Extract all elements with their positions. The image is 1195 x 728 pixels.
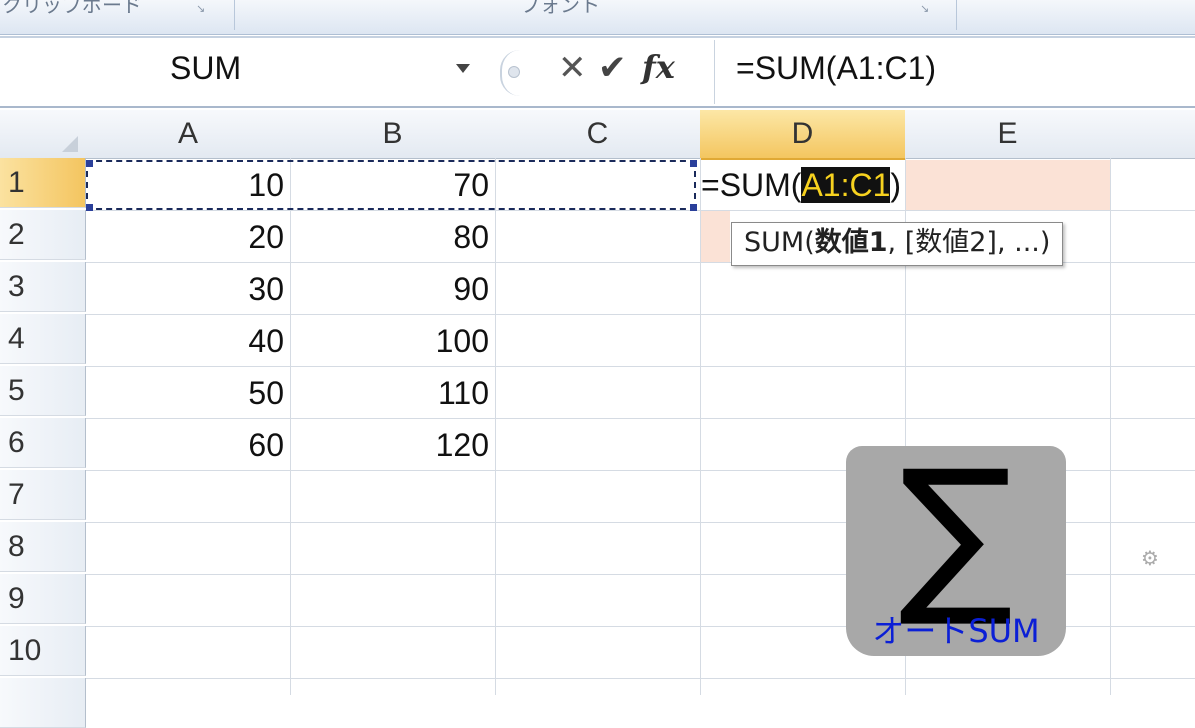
tooltip-current-arg[interactable]: 数値1 — [815, 227, 888, 258]
grid-line — [495, 158, 496, 695]
row-header-5[interactable]: 5 — [0, 366, 86, 416]
grid-line — [86, 314, 1195, 315]
sigma-icon: ∑ — [898, 434, 1014, 632]
cell-highlight — [905, 160, 1110, 210]
row-header-7[interactable]: 7 — [0, 470, 86, 520]
column-header-a[interactable]: A — [86, 110, 291, 159]
autosum-badge: ∑ オートSUM — [846, 438, 1066, 656]
grid-line — [86, 366, 1195, 367]
range-marquee — [86, 160, 696, 210]
grid-line — [86, 678, 1195, 679]
cell-b3[interactable]: 90 — [290, 264, 495, 314]
cell-b2[interactable]: 80 — [290, 212, 495, 262]
formula-suffix: ) — [890, 167, 902, 203]
ribbon: クリップボード ↘ フォント ↘ — [0, 0, 1195, 35]
row-header-2[interactable]: 2 — [0, 210, 86, 260]
cell-highlight — [700, 210, 730, 262]
row-header-6[interactable]: 6 — [0, 418, 86, 468]
cancel-icon[interactable]: ✕ — [558, 48, 587, 88]
grid-line — [86, 418, 1195, 419]
cell-d1-editor[interactable]: =SUM(A1:C1) — [701, 160, 904, 210]
ribbon-group-font: フォント ↘ — [236, 0, 957, 30]
formula-controls: ✕ ✔ fx — [492, 40, 715, 104]
formula-prefix: =SUM( — [701, 167, 802, 203]
cell-a4[interactable]: 40 — [86, 316, 290, 366]
column-header-d[interactable]: D — [700, 110, 906, 160]
range-handle[interactable] — [86, 160, 93, 167]
column-header-f[interactable] — [1110, 110, 1195, 159]
cell-a6[interactable]: 60 — [86, 420, 290, 470]
resize-grip-icon[interactable] — [500, 50, 532, 96]
column-header-e[interactable]: E — [905, 110, 1111, 159]
cell-b4[interactable]: 100 — [290, 316, 495, 366]
autosum-caption: オートSUM — [872, 612, 1040, 650]
row-header-4[interactable]: 4 — [0, 314, 86, 364]
row-header-8[interactable]: 8 — [0, 522, 86, 572]
column-header-b[interactable]: B — [290, 110, 496, 159]
row-header-11[interactable] — [0, 678, 86, 728]
formula-bar: SUM ✕ ✔ fx =SUM(A1:C1) — [0, 36, 1195, 108]
row-header-10[interactable]: 10 — [0, 626, 86, 676]
row-header-1[interactable]: 1 — [0, 158, 86, 208]
grid-line — [86, 210, 1195, 211]
ribbon-group-label: フォント — [520, 0, 600, 17]
range-reference[interactable]: A1:C1 — [801, 167, 891, 203]
cell-b6[interactable]: 120 — [290, 420, 495, 470]
tooltip-rest[interactable]: , [数値2], ...) — [888, 227, 1051, 258]
grid-line — [700, 158, 701, 695]
ribbon-group-clipboard: クリップボード ↘ — [0, 0, 235, 30]
name-box-value: SUM — [170, 50, 242, 86]
cell-a5[interactable]: 50 — [86, 368, 290, 418]
chevron-down-icon[interactable] — [456, 64, 470, 73]
function-tooltip[interactable]: SUM(数値1, [数値2], ...) — [731, 222, 1064, 266]
insert-function-icon[interactable]: fx — [642, 48, 675, 86]
select-all-button[interactable] — [0, 110, 87, 159]
ribbon-group-label: クリップボード — [2, 0, 142, 17]
cell-a2[interactable]: 20 — [86, 212, 290, 262]
range-handle[interactable] — [690, 160, 697, 167]
range-handle[interactable] — [690, 204, 697, 211]
cell-b5[interactable]: 110 — [290, 368, 495, 418]
enter-icon[interactable]: ✔ — [598, 48, 627, 88]
formula-input[interactable]: =SUM(A1:C1) — [736, 50, 936, 87]
row-header-9[interactable]: 9 — [0, 574, 86, 624]
dialog-launcher-icon[interactable]: ↘ — [196, 0, 210, 15]
name-box[interactable]: SUM — [0, 38, 488, 106]
cell-a3[interactable]: 30 — [86, 264, 290, 314]
row-header-3[interactable]: 3 — [0, 262, 86, 312]
range-handle[interactable] — [86, 204, 93, 211]
dialog-launcher-icon[interactable]: ↘ — [920, 0, 934, 15]
tooltip-func[interactable]: SUM( — [744, 227, 815, 258]
column-header-c[interactable]: C — [495, 110, 701, 159]
grid-line — [1110, 158, 1111, 695]
watermark-icon: ⚙ — [1138, 546, 1162, 570]
